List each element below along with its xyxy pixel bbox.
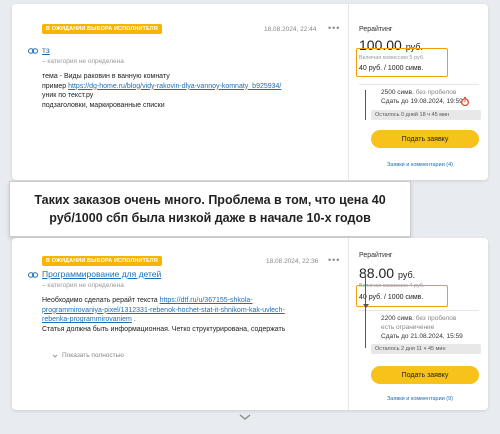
description-line: Статья должна быть информационная. Четко… <box>42 325 286 333</box>
arrow-down-icon <box>362 304 369 308</box>
caption-line-2: руб/1000 сбп была низкой даже в начале 1… <box>49 211 371 225</box>
description-text: Необходимо сделать рерайт текста <box>42 297 160 304</box>
price-highlight <box>356 48 448 77</box>
order-category: – категория не определена <box>42 58 124 65</box>
deadline: Сдать до 19.08.2024, 19:59 <box>381 98 463 105</box>
order-date: 18.08.2024, 22:44 <box>264 26 317 33</box>
order-sidebar-1: Рерайтинг 100.00 руб. Включая комиссию 5… <box>348 4 488 180</box>
divider <box>359 84 479 85</box>
price-currency: руб. <box>397 270 416 280</box>
show-more-link[interactable]: Показать полностью <box>62 352 124 359</box>
chevron-down-icon <box>52 354 58 358</box>
link-icon <box>28 272 38 278</box>
submit-bid-button[interactable]: Подать заявку <box>371 130 479 148</box>
order-title[interactable]: Программирование для детей <box>42 269 161 279</box>
size-value: 2200 симв. <box>381 315 414 322</box>
time-remaining: Осталось 2 дня 11 ч 45 мин <box>371 344 481 354</box>
source-link[interactable]: https://dtf.ru/u/367155-shkola- <box>160 297 253 304</box>
order-description: Необходимо сделать рерайт текста https:/… <box>42 296 334 334</box>
status-badge: В ОЖИДАНИИ ВЫБОРА ИСПОЛНИТЕЛЯ <box>42 256 162 266</box>
timer-icon <box>461 97 469 106</box>
timeline-line <box>365 274 366 348</box>
bids-comments-link[interactable]: Заявки и комментарии (9) <box>361 396 479 402</box>
order-card-2: В ОЖИДАНИИ ВЫБОРА ИСПОЛНИТЕЛЯ 18.08.2024… <box>12 238 488 410</box>
time-remaining: Осталось 0 дней 18 ч 45 мин <box>371 110 481 120</box>
chevron-down-icon[interactable] <box>238 413 252 421</box>
bids-comments-link[interactable]: Заявки и комментарии (4) <box>361 162 479 168</box>
description-line: уник по текст.ру <box>42 92 94 99</box>
order-category: – категория не определена <box>42 282 124 289</box>
description-text: пример <box>42 82 69 90</box>
order-card-1: В ОЖИДАНИИ ВЫБОРА ИСПОЛНИТЕЛЯ 18.08.2024… <box>12 4 488 180</box>
size-limit-note: есть ограничение <box>381 324 435 331</box>
size-note: без пробелов <box>415 315 457 322</box>
example-link[interactable]: https://dg-home.ru/blog/vidy-rakovin-dly… <box>68 83 281 90</box>
task-type: Рерайтинг <box>359 26 393 33</box>
status-badge: В ОЖИДАНИИ ВЫБОРА ИСПОЛНИТЕЛЯ <box>42 24 162 34</box>
order-size-deadline: 2200 симв. без пробелов есть ограничение… <box>381 314 463 341</box>
source-link[interactable]: programmirovaniya-pixel/1312331-rebenok-… <box>42 307 285 314</box>
description-line: подзаголовки, маркированные списки <box>42 101 165 109</box>
size-value: 2500 симв. <box>381 89 414 96</box>
caption-line-1: Таких заказов очень много. Проблема в то… <box>34 193 386 207</box>
order-size-deadline: 2500 симв. без пробелов Сдать до 19.08.2… <box>381 88 463 106</box>
submit-bid-button[interactable]: Подать заявку <box>371 366 479 384</box>
source-link[interactable]: rebenka-programmirovaniem <box>42 316 132 323</box>
divider <box>359 310 479 311</box>
order-date: 18.08.2024, 22:36 <box>266 258 319 265</box>
caption-banner: Таких заказов очень много. Проблема в то… <box>9 181 411 237</box>
order-title[interactable]: тз <box>42 45 50 55</box>
description-line: тема - Виды раковин в ванную комнату <box>42 73 170 80</box>
timeline-line <box>365 90 366 120</box>
deadline: Сдать до 21.08.2024, 15:59 <box>381 333 463 340</box>
order-description: тема - Виды раковин в ванную комнату при… <box>42 72 334 110</box>
link-icon <box>28 48 38 54</box>
task-type: Рерайтинг <box>359 252 393 259</box>
order-sidebar-2: Рерайтинг 88.00 руб. Включая комиссию 4 … <box>348 238 488 410</box>
rate-highlight <box>356 285 448 307</box>
description-text: . <box>131 316 136 323</box>
size-note: без пробелов <box>415 89 457 96</box>
more-menu-icon[interactable]: ••• <box>328 23 340 33</box>
order-details-1: В ОЖИДАНИИ ВЫБОРА ИСПОЛНИТЕЛЯ 18.08.2024… <box>12 4 348 180</box>
order-price: 88.00 руб. <box>359 265 415 281</box>
more-menu-icon[interactable]: ••• <box>328 255 340 265</box>
order-details-2: В ОЖИДАНИИ ВЫБОРА ИСПОЛНИТЕЛЯ 18.08.2024… <box>12 238 348 410</box>
